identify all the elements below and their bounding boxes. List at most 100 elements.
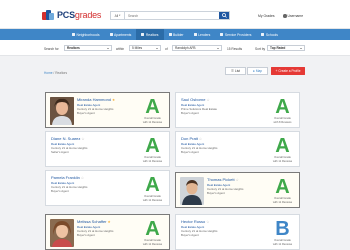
review-count: with 11 Reviews: [142, 159, 163, 163]
sort-label: Sort by: [255, 46, 266, 51]
realtors-icon: [141, 33, 145, 36]
agent-card[interactable]: Saul Osborne☆ Real Estate Agent Prime So…: [175, 92, 300, 128]
create-profile-button[interactable]: + Create a Profile: [271, 67, 305, 75]
map-label: Map: [255, 69, 263, 73]
agent-name-text: Thomas Pickett: [207, 177, 235, 182]
location-select[interactable]: Randolph AFB: [172, 45, 222, 51]
nav-label: Neighborhoods: [76, 32, 100, 37]
star-icon[interactable]: ☆: [206, 98, 209, 102]
agent-card[interactable]: Melissa Schaffer★ Real Estate Agent Cent…: [45, 214, 170, 250]
within-value: 5 Miles: [132, 46, 143, 50]
results-count: 15 Results: [227, 46, 243, 51]
agent-name-text: Miranda Hammond: [77, 97, 112, 102]
logo-text: PCSgrades: [57, 10, 101, 20]
grade-badge: A Overall Grade with 11 Reviews: [269, 177, 296, 205]
star-icon[interactable]: ★: [112, 98, 115, 102]
breadcrumb-home[interactable]: Home: [44, 71, 53, 75]
overall-grade: A: [145, 174, 160, 196]
search-for-select[interactable]: Realtors: [64, 45, 112, 51]
agent-name-text: Melissa Schaffer: [77, 219, 107, 224]
overall-grade: A: [275, 135, 290, 157]
agent-note: Buyer's Agent: [181, 111, 199, 115]
agent-photo[interactable]: [50, 219, 74, 247]
list-icon: ☰: [231, 69, 234, 73]
nav-realtors[interactable]: Realtors: [136, 29, 164, 40]
agent-note: Buyer's Agent: [77, 233, 95, 237]
search-input[interactable]: [125, 12, 219, 19]
overall-grade: B: [275, 218, 290, 240]
review-count: with 11 Reviews: [272, 159, 293, 163]
agent-photo[interactable]: [50, 97, 74, 125]
map-marker-icon: ●: [252, 69, 255, 73]
breadcrumb-current: Realtors: [55, 71, 68, 75]
nav-apartments[interactable]: Apartments: [105, 29, 137, 40]
agent-photo[interactable]: [180, 177, 204, 205]
my-grades-link[interactable]: My Grades: [258, 14, 275, 18]
main-nav: Neighborhoods Apartments Realtors Builde…: [0, 29, 350, 40]
agent-card[interactable]: Don Pratt☆ Real Estate Agent Century 21 …: [175, 131, 300, 167]
search-for-value: Realtors: [67, 46, 80, 50]
review-count: with 11 Reviews: [142, 120, 163, 124]
user-icon: [283, 14, 287, 18]
within-label: within: [116, 46, 125, 51]
star-icon[interactable]: ☆: [81, 137, 84, 141]
neighborhoods-icon: [72, 33, 76, 36]
review-count: with 8 Reviews: [273, 120, 292, 124]
grade-badge: A Overall Grade with 11 Reviews: [139, 175, 166, 203]
grade-badge: A Overall Grade with 11 Reviews: [139, 97, 166, 125]
list-label: List: [234, 69, 240, 73]
logo-icon: [42, 10, 54, 20]
overall-grade: A: [275, 96, 290, 118]
apartments-icon: [109, 33, 113, 36]
agent-card[interactable]: Thomas Pickett☆ Real Estate Agent Centur…: [175, 172, 300, 208]
nav-builder[interactable]: Builder: [164, 29, 189, 40]
sort-select[interactable]: Top Rated: [267, 45, 305, 51]
chevron-down-icon: [156, 47, 158, 49]
user-menu[interactable]: Username: [283, 14, 303, 18]
nav-label: Service Providers: [224, 32, 252, 37]
nav-lenders[interactable]: Lenders: [189, 29, 216, 40]
agent-name-text: Diane N. Suarez: [51, 136, 81, 141]
chevron-down-icon: ▾: [119, 14, 121, 17]
search-button[interactable]: [219, 12, 229, 19]
agent-name-text: Hector Russo: [181, 219, 206, 224]
list-view-button[interactable]: ☰ List: [225, 67, 246, 75]
agent-name-text: Pamela Franklin: [51, 175, 80, 180]
pcsgrades-logo[interactable]: PCSgrades: [42, 9, 101, 21]
service-providers-icon: [220, 33, 224, 36]
within-select[interactable]: 5 Miles: [129, 45, 161, 51]
map-view-button[interactable]: ● Map: [247, 67, 268, 75]
agent-card[interactable]: Diane N. Suarez☆ Real Estate Agent Centu…: [45, 131, 170, 167]
search-icon: [221, 13, 227, 18]
breadcrumb: Home / Realtors: [44, 71, 67, 75]
agent-card[interactable]: Hector Russo☆ Real Estate Agent Century …: [175, 214, 300, 250]
grade-badge: A Overall Grade with 11 Reviews: [139, 219, 166, 247]
nav-schools[interactable]: Schools: [256, 29, 283, 40]
overall-grade: A: [145, 135, 160, 157]
grade-badge: A Overall Grade with 11 Reviews: [139, 136, 166, 164]
agent-name-text: Don Pratt: [181, 136, 198, 141]
nav-service-providers[interactable]: Service Providers: [215, 29, 256, 40]
star-icon[interactable]: ★: [108, 220, 111, 224]
schools-icon: [261, 33, 265, 36]
nav-label: Apartments: [114, 32, 132, 37]
star-icon[interactable]: ☆: [206, 220, 209, 224]
star-icon[interactable]: ☆: [236, 178, 239, 182]
chevron-down-icon: [300, 47, 302, 49]
review-count: with 11 Reviews: [272, 242, 293, 246]
agent-note: Buyer's Agent: [207, 191, 225, 195]
top-header: PCSgrades All ▾ My Grades Username: [0, 0, 350, 29]
nav-neighborhoods[interactable]: Neighborhoods: [67, 29, 105, 40]
star-icon[interactable]: ☆: [199, 137, 202, 141]
chevron-down-icon: [107, 47, 109, 49]
agent-card[interactable]: Miranda Hammond★ Real Estate Agent Centu…: [45, 92, 170, 128]
nav-label: Lenders: [198, 32, 211, 37]
create-label: Create a Profile: [278, 69, 301, 73]
review-count: with 11 Reviews: [142, 242, 163, 246]
agent-card[interactable]: Pamela Franklin☆ Real Estate Agent Centu…: [45, 170, 170, 206]
search-category-label: All: [114, 13, 119, 18]
location-value: Randolph AFB: [175, 46, 196, 50]
sort-value: Top Rated: [270, 46, 286, 50]
search-category-select[interactable]: All ▾: [111, 12, 125, 19]
star-icon[interactable]: ☆: [81, 176, 84, 180]
